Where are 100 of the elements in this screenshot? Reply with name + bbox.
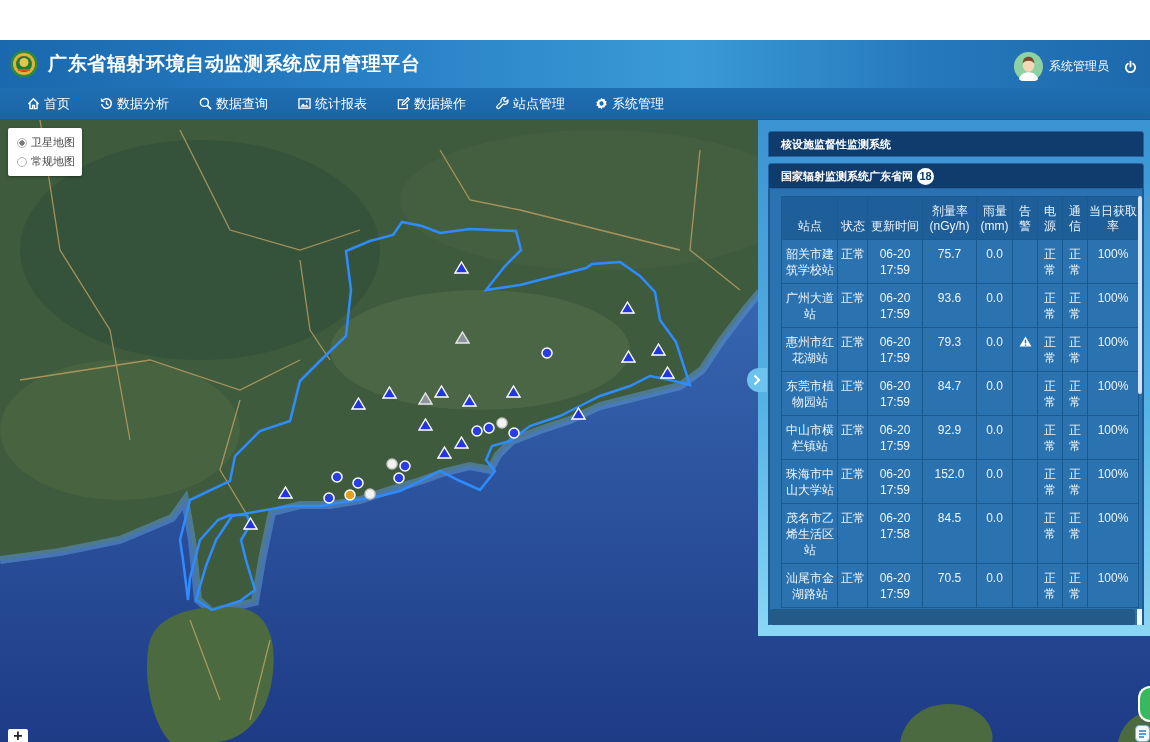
radio-button[interactable]	[17, 156, 27, 167]
table-cell: 正常	[837, 563, 868, 608]
table-cell: 70.5	[922, 563, 977, 608]
table-cell: 中山市横栏镇站	[781, 415, 838, 460]
table-cell: 0.0	[976, 415, 1013, 460]
table-cell: 0.0	[976, 327, 1013, 372]
table-cell: 06-20 17:59	[867, 327, 923, 372]
table-row[interactable]: 珠海市中山大学站 正常 06-20 17:59 152.0 0.0 正常 正常 100%	[781, 459, 1139, 504]
table-cell: 正常	[1062, 415, 1088, 460]
table-cell: 汕尾市金湖路站	[781, 563, 838, 608]
table-row[interactable]: 韶关市建筑学校站 正常 06-20 17:59 75.7 0.0 正常 正常 100%	[781, 239, 1139, 284]
widget-icon[interactable]	[1135, 725, 1150, 742]
table-cell: 正常	[837, 371, 868, 416]
table-cell: 0.0	[976, 563, 1013, 608]
table-cell: 正常	[837, 283, 868, 328]
table-cell: 100%	[1087, 459, 1139, 504]
table-row[interactable]: 惠州市红花湖站 正常 06-20 17:59 79.3 0.0 正常 正常 100%	[781, 327, 1139, 372]
column-header: 当日获取率	[1087, 196, 1139, 240]
table-row[interactable]: 茂名市乙烯生活区站 正常 06-20 17:58 84.5 0.0 正常 正常 100%	[781, 503, 1139, 564]
table-cell: 79.3	[922, 327, 977, 372]
column-header: 通信	[1062, 196, 1088, 240]
nav-link[interactable]: 数据分析	[100, 94, 169, 113]
layer-option[interactable]: 卫星地图	[17, 133, 75, 152]
table-row[interactable]: 汕尾市金湖路站 正常 06-20 17:59 70.5 0.0 正常 正常 100%	[781, 563, 1139, 608]
triangle-marker-icon[interactable]	[454, 330, 470, 344]
column-header: 更新时间	[867, 196, 923, 240]
table-cell: 75.7	[922, 239, 977, 284]
column-header: 电源	[1037, 196, 1063, 240]
layer-option[interactable]: 常规地图	[17, 152, 75, 171]
section-header[interactable]: 核设施监督性监测系统	[768, 131, 1144, 157]
triangle-marker-icon[interactable]	[417, 391, 433, 405]
table-cell: 100%	[1087, 563, 1139, 608]
picture-icon	[298, 97, 311, 110]
user-name[interactable]: 系统管理员	[1049, 58, 1109, 75]
column-header: 剂量率(nGy/h)	[922, 196, 977, 240]
radio-button[interactable]	[17, 137, 27, 148]
table-cell: 正常	[1037, 239, 1063, 284]
app-title: 广东省辐射环境自动监测系统应用管理平台	[48, 52, 421, 76]
table-cell: 92.9	[922, 415, 977, 460]
column-header: 雨量(mm)	[976, 196, 1013, 240]
nav-link[interactable]: 数据操作	[397, 94, 466, 113]
table-cell: 正常	[837, 503, 868, 564]
table-row[interactable]: 广州大道站 正常 06-20 17:59 93.6 0.0 正常 正常 100%	[781, 283, 1139, 328]
nav-link[interactable]: 数据查询	[199, 94, 268, 113]
history-icon	[100, 97, 113, 110]
circle-marker-icon[interactable]	[386, 458, 398, 470]
table-cell: 正常	[1062, 459, 1088, 504]
avatar-icon[interactable]	[1014, 52, 1043, 81]
table-cell: 正常	[837, 459, 868, 504]
nav-link[interactable]: 系统管理	[595, 94, 664, 113]
table-cell: 正常	[1037, 327, 1063, 372]
table-cell: 06-20 17:59	[867, 563, 923, 608]
scrollbar-thumb[interactable]	[1138, 196, 1142, 394]
table-cell: 正常	[1062, 283, 1088, 328]
edit-icon	[397, 97, 410, 110]
table-cell: 06-20 17:58	[867, 503, 923, 564]
table-cell: 正常	[837, 415, 868, 460]
count-badge: 18	[917, 167, 934, 185]
table-cell: 0.0	[976, 503, 1013, 564]
table-cell: 152.0	[922, 459, 977, 504]
table-cell: 正常	[1037, 415, 1063, 460]
table-cell: 正常	[837, 239, 868, 284]
nav-link[interactable]: 统计报表	[298, 94, 367, 113]
table-cell: 正常	[1062, 239, 1088, 284]
table-cell: 06-20 17:59	[867, 283, 923, 328]
circle-marker-icon[interactable]	[496, 417, 508, 429]
home-icon	[27, 97, 40, 110]
table-cell: 100%	[1087, 503, 1139, 564]
table-cell: 93.6	[922, 283, 977, 328]
table-cell: 06-20 17:59	[867, 371, 923, 416]
circle-marker-icon[interactable]	[364, 488, 376, 500]
column-header: 站点	[781, 196, 838, 240]
table-cell: 84.7	[922, 371, 977, 416]
table-cell: 正常	[1037, 563, 1063, 608]
nav-link[interactable]: 首页	[27, 94, 70, 113]
table-cell: 正常	[1037, 283, 1063, 328]
table-cell: 06-20 17:59	[867, 239, 923, 284]
nav-link[interactable]: 站点管理	[496, 94, 565, 113]
table-cell: 正常	[1037, 459, 1063, 504]
table-cell: 珠海市中山大学站	[781, 459, 838, 504]
table-cell: 正常	[1062, 327, 1088, 372]
settings-icon	[595, 97, 608, 110]
table-cell: 正常	[1037, 371, 1063, 416]
search-icon	[199, 97, 212, 110]
section-header[interactable]: 国家辐射监测系统广东省网 18	[768, 163, 1144, 189]
table-row[interactable]: 东莞市植物园站 正常 06-20 17:59 84.7 0.0 正常 正常 100%	[781, 371, 1139, 416]
table-cell: 0.0	[976, 239, 1013, 284]
table-cell: 正常	[1062, 371, 1088, 416]
table-cell: 正常	[837, 327, 868, 372]
power-icon[interactable]	[1124, 59, 1137, 74]
table-cell: 正常	[1062, 563, 1088, 608]
table-cell: 100%	[1087, 415, 1139, 460]
zoom-in-button[interactable]: +	[8, 729, 28, 742]
column-header: 状态	[837, 196, 868, 240]
table-cell: 茂名市乙烯生活区站	[781, 503, 838, 564]
scrollbar-corner	[1137, 609, 1142, 625]
warning-icon	[1018, 336, 1032, 347]
horizontal-scrollbar[interactable]	[770, 609, 1135, 625]
table-row[interactable]: 中山市横栏镇站 正常 06-20 17:59 92.9 0.0 正常 正常 100%	[781, 415, 1139, 460]
table-cell: 韶关市建筑学校站	[781, 239, 838, 284]
